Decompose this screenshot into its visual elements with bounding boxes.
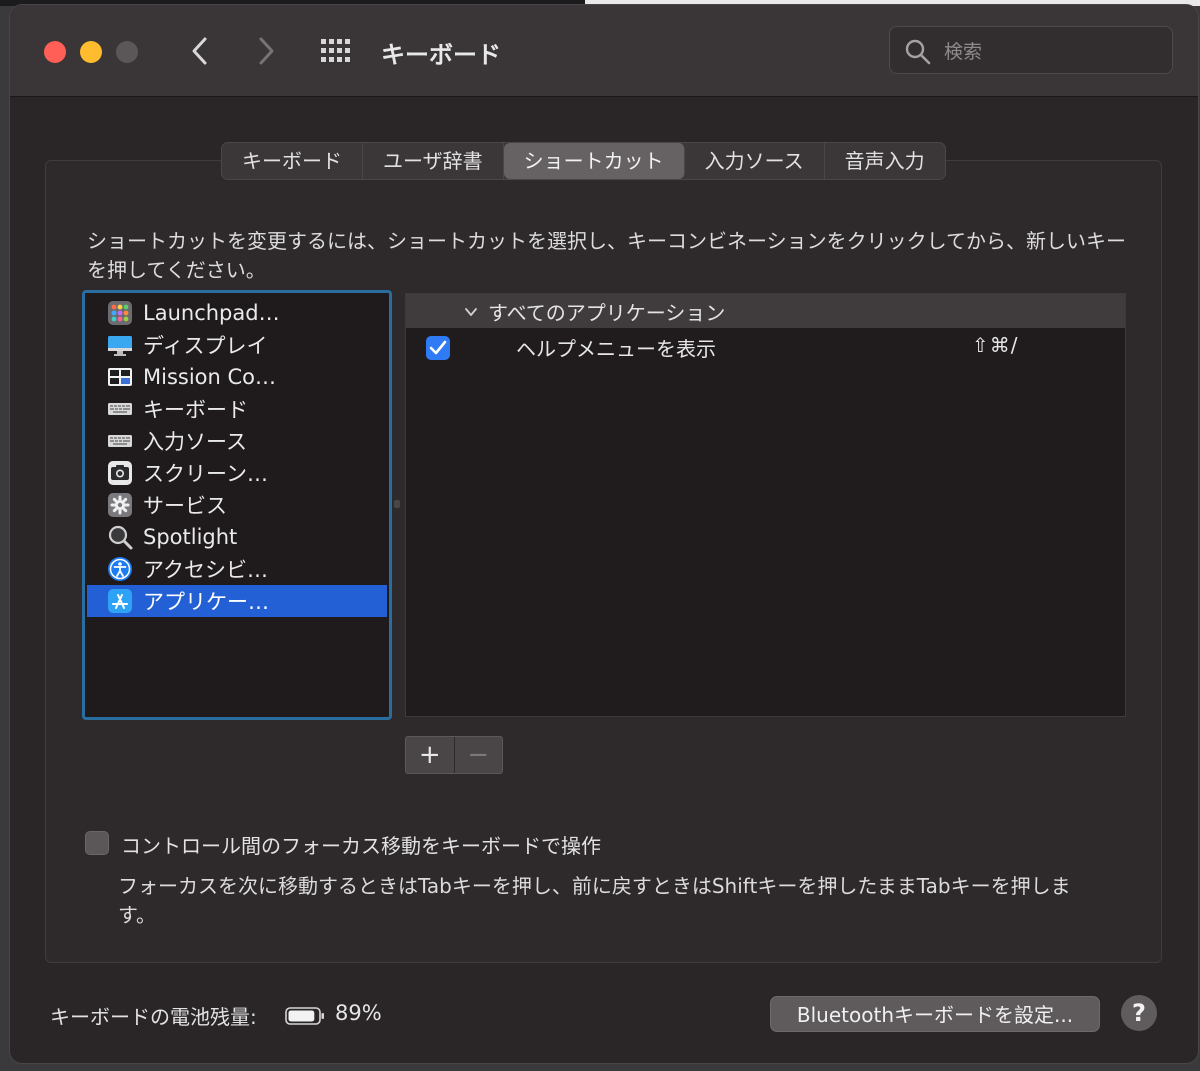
window-title: キーボード bbox=[381, 41, 501, 69]
shortcut-list[interactable]: すべてのアプリケーション ヘルプメニューを表示 ⇧⌘/ bbox=[405, 293, 1126, 717]
chevron-left-icon bbox=[192, 37, 207, 65]
split-view-divider[interactable] bbox=[394, 500, 400, 508]
search-field[interactable] bbox=[889, 26, 1173, 74]
back-button[interactable] bbox=[182, 33, 218, 69]
mission-control-icon bbox=[108, 368, 132, 386]
shortcut-keys[interactable]: ⇧⌘/ bbox=[972, 333, 1019, 357]
add-remove-control: + − bbox=[405, 736, 503, 774]
battery-icon bbox=[285, 1007, 324, 1025]
category-label: ディスプレイ bbox=[143, 334, 268, 358]
shortcut-group-label: すべてのアプリケーション bbox=[488, 301, 726, 325]
titlebar: キーボード bbox=[10, 5, 1198, 97]
show-all-grid-icon[interactable] bbox=[319, 37, 355, 67]
chevron-down-icon bbox=[465, 308, 477, 316]
category-item-app-shortcuts[interactable]: アプリケー… bbox=[87, 585, 387, 617]
keyboard-navigation-checkbox[interactable] bbox=[85, 831, 109, 855]
category-item-launchpad[interactable]: Launchpad… bbox=[87, 297, 387, 329]
category-label: Spotlight bbox=[143, 525, 238, 549]
tab-keyboard[interactable]: キーボード bbox=[222, 143, 363, 179]
category-label: アプリケー… bbox=[143, 590, 269, 614]
shortcut-enabled-checkbox[interactable] bbox=[426, 336, 450, 360]
search-icon bbox=[905, 39, 931, 65]
instructions-text: ショートカットを変更するには、ショートカットを選択し、キーコンビネーションをクリ… bbox=[87, 229, 1126, 282]
checkmark-icon bbox=[429, 340, 447, 355]
shortcut-group-header[interactable]: すべてのアプリケーション bbox=[406, 294, 1125, 328]
keyboard-icon bbox=[108, 435, 132, 447]
gear-icon bbox=[108, 493, 132, 517]
category-list[interactable]: Launchpad… ディスプレイ Mission Co… キーボード 入力ソー… bbox=[82, 290, 392, 720]
category-label: 入力ソース bbox=[143, 430, 247, 454]
tab-shortcuts[interactable]: ショートカット bbox=[503, 143, 685, 179]
help-button[interactable]: ? bbox=[1121, 995, 1157, 1031]
shortcut-name: ヘルプメニューを表示 bbox=[516, 337, 716, 361]
category-item-accessibility[interactable]: アクセシビ… bbox=[87, 553, 387, 585]
keyboard-navigation-description: フォーカスを次に移動するときはTabキーを押し、前に戻すときはShiftキーを押… bbox=[118, 874, 1071, 927]
magnifier-icon bbox=[108, 525, 133, 550]
category-label: Launchpad… bbox=[143, 301, 280, 325]
display-icon bbox=[108, 336, 132, 356]
setup-bluetooth-keyboard-button[interactable]: Bluetoothキーボードを設定... bbox=[770, 996, 1100, 1032]
app-store-icon bbox=[108, 589, 132, 613]
shortcut-row[interactable]: ヘルプメニューを表示 ⇧⌘/ bbox=[406, 330, 1125, 364]
tab-bar: キーボード ユーザ辞書 ショートカット 入力ソース 音声入力 bbox=[221, 142, 946, 180]
category-label: アクセシビ… bbox=[143, 558, 268, 582]
category-item-screenshots[interactable]: スクリーン… bbox=[87, 457, 387, 489]
search-input[interactable] bbox=[942, 37, 1166, 67]
battery-level-label: キーボードの電池残量: bbox=[50, 1005, 257, 1029]
keyboard-icon bbox=[108, 403, 132, 415]
tab-input-sources[interactable]: 入力ソース bbox=[685, 143, 825, 179]
zoom-button[interactable] bbox=[116, 41, 138, 63]
category-item-display[interactable]: ディスプレイ bbox=[87, 329, 387, 361]
close-button[interactable] bbox=[44, 41, 66, 63]
category-label: Mission Co… bbox=[143, 365, 277, 389]
remove-shortcut-button[interactable]: − bbox=[453, 737, 503, 773]
add-shortcut-button[interactable]: + bbox=[406, 737, 454, 773]
tab-dictation[interactable]: 音声入力 bbox=[825, 143, 945, 179]
battery-percent: 89% bbox=[335, 1001, 382, 1025]
category-item-services[interactable]: サービス bbox=[87, 489, 387, 521]
tab-user-dictionary[interactable]: ユーザ辞書 bbox=[363, 143, 504, 179]
minimize-button[interactable] bbox=[80, 41, 102, 63]
keyboard-navigation-label[interactable]: コントロール間のフォーカス移動をキーボードで操作 bbox=[121, 830, 601, 859]
forward-button[interactable] bbox=[248, 33, 284, 69]
category-item-keyboard[interactable]: キーボード bbox=[87, 393, 387, 425]
category-item-input-sources[interactable]: 入力ソース bbox=[87, 425, 387, 457]
accessibility-icon bbox=[108, 557, 132, 581]
category-item-mission-control[interactable]: Mission Co… bbox=[87, 361, 387, 393]
preferences-window: キーボード キーボード ユーザ辞書 ショートカット 入力ソース 音声入力 ショー… bbox=[10, 5, 1198, 1063]
category-label: サービス bbox=[143, 494, 227, 518]
chevron-right-icon bbox=[259, 37, 274, 65]
launchpad-icon bbox=[108, 301, 132, 325]
category-label: スクリーン… bbox=[143, 462, 268, 486]
screenshot-icon bbox=[108, 461, 132, 485]
category-label: キーボード bbox=[143, 398, 248, 422]
category-item-spotlight[interactable]: Spotlight bbox=[87, 521, 387, 553]
